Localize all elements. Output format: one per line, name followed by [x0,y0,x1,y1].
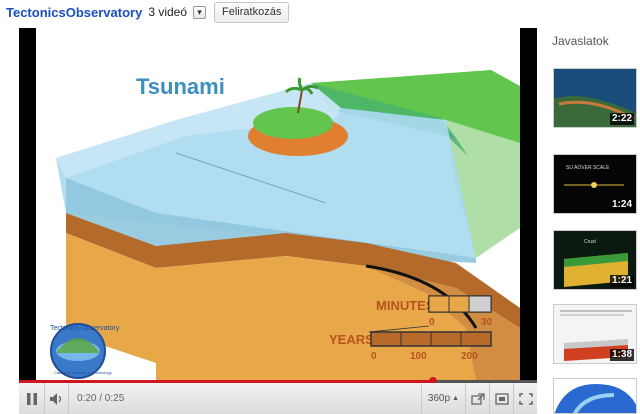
player-controls: 0:20 / 0:25 360p ▲ [19,383,537,414]
video-title-overlay: Tsunami [136,74,225,99]
quality-label: 360p [427,393,451,404]
video-duration: 1:21 [609,275,634,287]
video-duration: 1:24 [609,199,634,211]
legend-years-tick-100: 100 [410,351,427,362]
suggested-video-5[interactable] [553,378,637,414]
video-duration: 2:22 [609,113,634,125]
suggested-video-1[interactable]: 2:22 [553,68,637,128]
legend-years-tick-200: 200 [461,351,478,362]
suggested-video-3[interactable]: Crust 1:21 [553,230,637,290]
fullscreen-icon[interactable] [513,383,537,414]
legend-minutes-tick-0: 0 [429,317,435,328]
legend-years-tick-0: 0 [371,351,377,362]
logo-subtext: California Institute of Technology [54,370,112,375]
time-display: 0:20 / 0:25 [77,393,125,404]
suggested-video-2[interactable]: SU AOVER SCALE 1:24 [553,154,637,214]
channel-bar: TectonicsObservatory 3 videó ▾ Feliratko… [0,0,540,24]
legend-minutes-label: MINUTES [376,298,435,313]
popout-icon[interactable] [465,383,489,414]
video-frame[interactable]: Tsunami MINUTES 0 30 YEARS 0 100 200 Tec… [36,28,520,380]
svg-text:Crust: Crust [584,239,597,245]
channel-name-link[interactable]: TectonicsObservatory [6,5,142,20]
video-count: 3 videó [148,5,188,19]
suggested-video-4[interactable]: 1:38 [553,304,637,364]
chevron-down-icon[interactable]: ▾ [193,5,207,19]
pause-icon[interactable] [19,383,45,414]
video-player[interactable]: Tsunami MINUTES 0 30 YEARS 0 100 200 Tec… [19,28,537,414]
speaker-icon[interactable] [45,383,69,414]
legend-years-label: YEARS [329,332,374,347]
svg-text:SU AOVER SCALE: SU AOVER SCALE [566,165,610,171]
tsunami-animation-frame: Tsunami MINUTES 0 30 YEARS 0 100 200 Tec… [36,28,520,380]
expand-icon[interactable] [489,383,513,414]
video-duration: 1:38 [609,349,634,361]
quality-selector[interactable]: 360p ▲ [420,383,465,414]
legend-minutes-tick-30: 30 [481,317,493,328]
logo-text: Tectonics Observatory [50,325,120,332]
subscribe-button[interactable]: Feliratkozás [214,1,290,23]
sidebar-title: Javaslatok [552,34,609,48]
